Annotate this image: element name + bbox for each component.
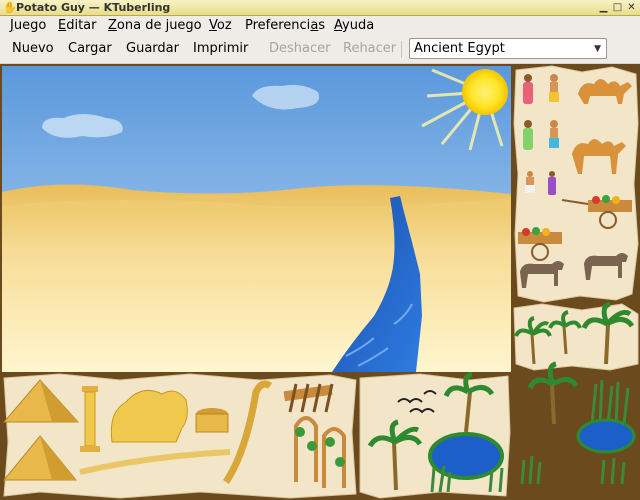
menu-ayuda-mnemonic: A: [334, 18, 343, 33]
menu-ayuda-label: yuda: [342, 18, 375, 33]
menu-preferencias-label-pre: Preferenci: [245, 18, 311, 33]
egyptian-man-icon[interactable]: [549, 74, 559, 102]
menu-voz-mnemonic: V: [209, 18, 217, 33]
menu-editar[interactable]: Editar: [58, 18, 97, 34]
chevron-down-icon: ▼: [594, 44, 601, 54]
palm-tree-icon[interactable]: [527, 361, 579, 425]
potato-icon: ✋: [3, 1, 17, 14]
undo-button[interactable]: Deshacer: [269, 41, 330, 57]
menu-zona-mnemonic: Z: [108, 18, 117, 33]
menu-ayuda[interactable]: Ayuda: [334, 18, 374, 34]
menu-voz[interactable]: Voz: [209, 18, 232, 34]
maximize-icon[interactable]: □: [611, 1, 624, 14]
menu-editar-mnemonic: E: [58, 18, 67, 33]
egyptian-woman-icon[interactable]: [523, 74, 533, 104]
save-button[interactable]: Guardar: [126, 41, 179, 57]
load-button[interactable]: Cargar: [68, 41, 112, 57]
menu-preferencias-label: s: [318, 18, 326, 33]
menu-preferencias[interactable]: Preferencias: [245, 18, 325, 34]
redo-button[interactable]: Rehacer: [343, 41, 396, 57]
window-title: Potato Guy — KTuberling: [16, 1, 171, 14]
menu-bar: Juego Editar Zona de juego Voz Preferenc…: [0, 16, 640, 36]
reeds-icon[interactable]: [590, 379, 630, 425]
menu-juego-label: uego: [13, 18, 47, 33]
menu-juego[interactable]: Juego: [10, 18, 46, 34]
well-icon[interactable]: [195, 408, 229, 433]
play-canvas[interactable]: [2, 66, 511, 372]
sticker-palette-right: [512, 64, 640, 500]
scene-svg[interactable]: [2, 66, 511, 372]
oasis-pond-icon[interactable]: [576, 418, 636, 454]
sticker-palette-bottom: [0, 372, 512, 500]
new-button[interactable]: Nuevo: [12, 41, 54, 57]
egyptian-man-icon[interactable]: [549, 120, 559, 148]
playfield: [0, 64, 640, 500]
palette-bottom-svg: [2, 372, 511, 499]
reeds-icon[interactable]: [520, 455, 626, 485]
menu-editar-label: ditar: [66, 18, 97, 33]
scene-select[interactable]: Ancient Egypt ▼: [409, 38, 607, 59]
minimize-icon[interactable]: ▁: [597, 1, 610, 14]
menu-zona-de-juego[interactable]: Zona de juego: [108, 18, 202, 34]
scene-select-value: Ancient Egypt: [414, 41, 505, 56]
menu-zona-label: ona de juego: [116, 18, 202, 33]
close-icon[interactable]: ✕: [625, 1, 638, 14]
egyptian-woman-icon[interactable]: [548, 171, 556, 195]
toolbar-separator: [401, 41, 402, 58]
print-button[interactable]: Imprimir: [193, 41, 248, 57]
egyptian-woman-icon[interactable]: [523, 120, 533, 150]
palette-right-svg: [513, 65, 639, 485]
title-bar: ✋ Potato Guy — KTuberling ▁ □ ✕: [0, 0, 640, 16]
menu-voz-label: oz: [216, 18, 232, 33]
